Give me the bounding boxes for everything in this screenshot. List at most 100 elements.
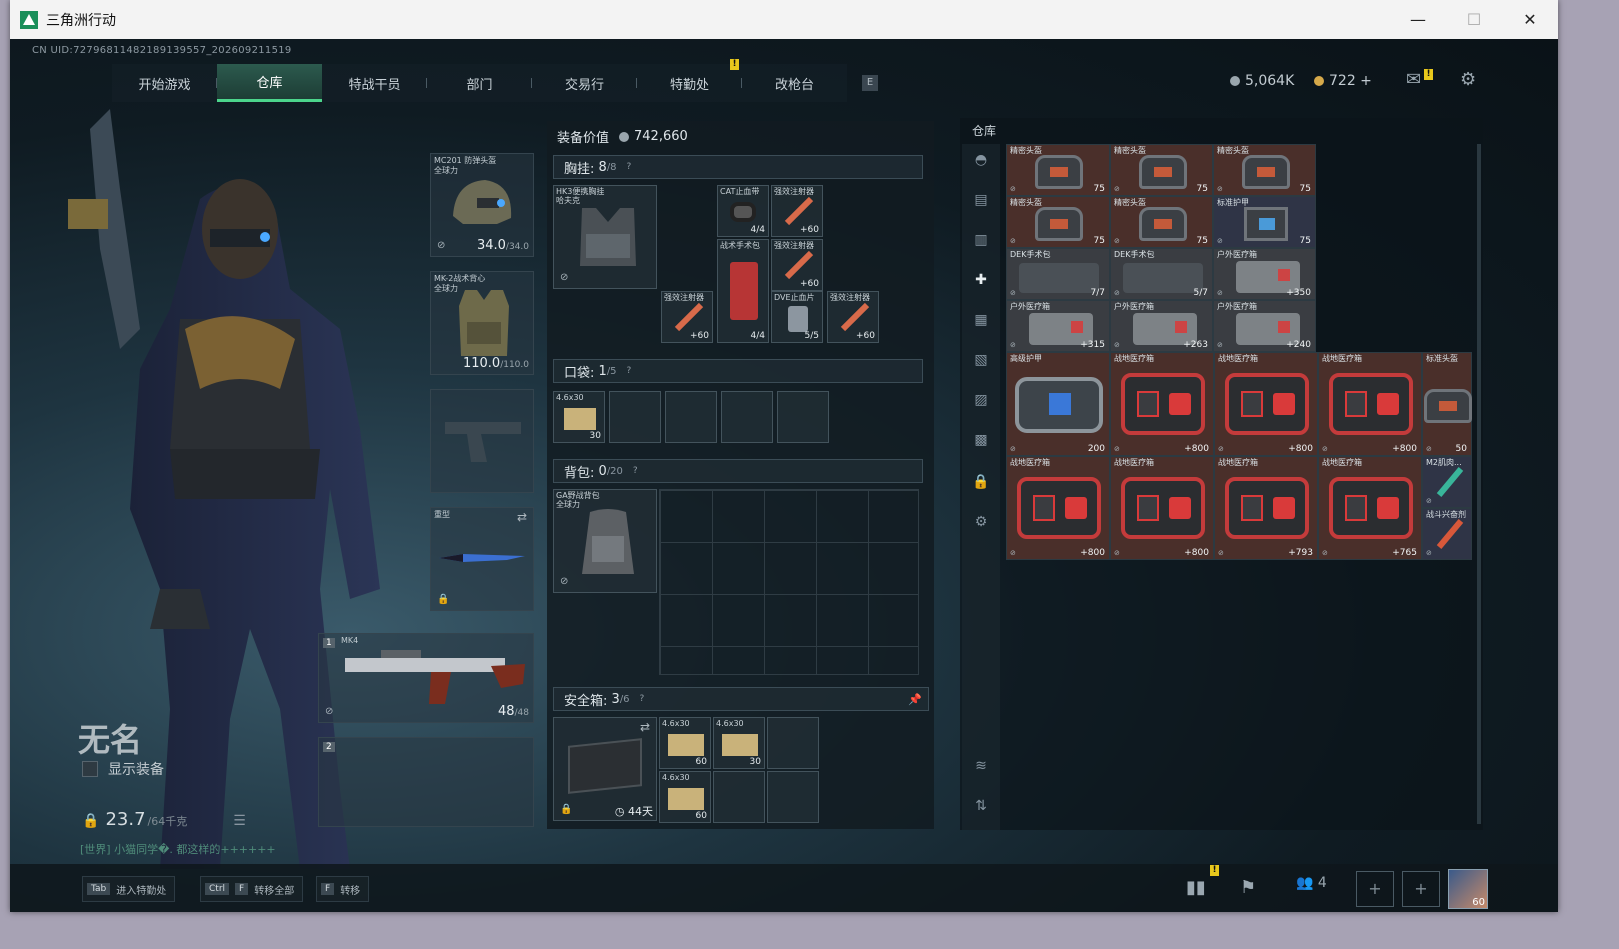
- sort-icon[interactable]: ⇅: [971, 798, 991, 816]
- safe-box-slot[interactable]: ⇄ 🔒 ◷ 44天: [553, 717, 657, 821]
- storage-item[interactable]: 战地医疗箱 ⊘ +793: [1214, 456, 1318, 560]
- safe-slot-empty[interactable]: [767, 717, 819, 769]
- storage-item[interactable]: 标准护甲 ⊘ 75: [1213, 196, 1316, 248]
- mail-badge: !: [1424, 69, 1433, 80]
- storage-item[interactable]: 战地医疗箱 ⊘ +800: [1318, 352, 1422, 456]
- ammo-category-icon[interactable]: ▦: [971, 312, 991, 330]
- stats-chart-icon[interactable]: ▮▮: [1186, 877, 1206, 898]
- chest-item[interactable]: 强效注射器 +60: [661, 291, 713, 343]
- weapon-category-icon[interactable]: ▧: [971, 352, 991, 370]
- storage-item[interactable]: M2肌肉... ⊘: [1422, 456, 1472, 508]
- chest-item[interactable]: DVE止血片 5/5: [771, 291, 823, 343]
- pocket-slot-empty[interactable]: [777, 391, 829, 443]
- storage-item[interactable]: 战斗兴奋剂 ⊘: [1422, 508, 1472, 560]
- close-button[interactable]: ✕: [1502, 0, 1558, 39]
- chest-item[interactable]: 战术手术包 4/4: [717, 239, 769, 343]
- safe-item[interactable]: 4.6x30 60: [659, 717, 711, 769]
- storage-item[interactable]: 高级护甲 ⊘ 200: [1006, 352, 1110, 456]
- help-icon[interactable]: ?: [633, 466, 638, 476]
- add-party-slot-button[interactable]: +: [1356, 871, 1394, 907]
- parts-category-icon[interactable]: ▨: [971, 392, 991, 410]
- settings-gear-icon[interactable]: ⚙: [1460, 69, 1476, 90]
- lock-icon: 🔒: [560, 804, 573, 815]
- pistol-slot[interactable]: [430, 389, 534, 493]
- backpack-grid[interactable]: [659, 489, 919, 675]
- chest-item[interactable]: CAT止血带 4/4: [717, 185, 769, 237]
- add-party-slot-button[interactable]: +: [1402, 871, 1440, 907]
- chest-item[interactable]: 强效注射器 +60: [771, 239, 823, 291]
- swap-icon[interactable]: ⇄: [517, 510, 527, 524]
- armor-category-icon[interactable]: ▤: [971, 192, 991, 210]
- help-icon[interactable]: ?: [627, 366, 632, 376]
- swap-icon[interactable]: ⇄: [640, 720, 650, 734]
- enter-special-ops-button[interactable]: Tab 进入特勤处: [82, 876, 176, 902]
- friends-icon[interactable]: 👥 4: [1296, 875, 1327, 891]
- settings-category-icon[interactable]: ⚙: [971, 514, 991, 532]
- safe-slot-empty[interactable]: [713, 771, 765, 823]
- show-equipment-toggle[interactable]: 显示装备: [82, 759, 164, 779]
- storage-item[interactable]: 户外医疗箱 ⊘ +350: [1213, 248, 1316, 300]
- storage-item[interactable]: 精密头盔 ⊘ 75: [1110, 144, 1213, 196]
- safe-item[interactable]: 4.6x30 60: [659, 771, 711, 823]
- pin-icon[interactable]: 📌: [908, 693, 922, 706]
- pocket-slot-empty[interactable]: [609, 391, 661, 443]
- misc-category-icon[interactable]: ▩: [971, 432, 991, 450]
- tab-gunsmith[interactable]: 改枪台: [742, 64, 847, 102]
- helmet-slot[interactable]: MC201 防弹头盔 全球力 ⊘ 34.0/34.0: [430, 153, 534, 257]
- pocket-item[interactable]: 4.6x30 30: [553, 391, 605, 443]
- minimize-button[interactable]: —: [1390, 0, 1446, 39]
- pocket-slot-empty[interactable]: [665, 391, 717, 443]
- storage-item[interactable]: 精密头盔 ⊘ 75: [1213, 144, 1316, 196]
- rig-category-icon[interactable]: ▥: [971, 232, 991, 250]
- help-icon[interactable]: ?: [627, 162, 632, 172]
- locked-category-icon[interactable]: 🔒: [971, 474, 991, 492]
- melee-slot[interactable]: 重型 ⇄ 🔒: [430, 507, 534, 611]
- storage-item[interactable]: 精密头盔 ⊘ 75: [1006, 196, 1110, 248]
- safe-item[interactable]: 4.6x30 30: [713, 717, 765, 769]
- primary-weapon-slot[interactable]: 1 MK4 ⊘ 48/48: [318, 633, 534, 723]
- storage-item[interactable]: 户外医疗箱 ⊘ +315: [1006, 300, 1110, 352]
- locked-icon: ⊘: [560, 576, 569, 587]
- storage-item[interactable]: DEK手术包 ⊘ 7/7: [1006, 248, 1110, 300]
- safe-slot-empty[interactable]: [767, 771, 819, 823]
- pocket-slot-empty[interactable]: [721, 391, 773, 443]
- hotkey-e[interactable]: E: [862, 75, 878, 91]
- armor-slot[interactable]: MK-2战术背心 全球力 110.0/110.0: [430, 271, 534, 375]
- backpack-slot[interactable]: GA野战背包 全球力 ⊘: [553, 489, 657, 593]
- chest-rig-slot[interactable]: HK3便携胸挂 哈夫克 ⊘: [553, 185, 657, 289]
- tab-trade[interactable]: 交易行: [532, 64, 637, 102]
- clock-icon: ◷: [614, 805, 625, 818]
- transfer-all-button[interactable]: Ctrl F 转移全部: [200, 876, 304, 902]
- maximize-button[interactable]: ☐: [1446, 0, 1502, 39]
- mail-icon[interactable]: ✉: [1406, 69, 1421, 90]
- storage-item[interactable]: 户外医疗箱 ⊘ +240: [1213, 300, 1316, 352]
- storage-item[interactable]: 户外医疗箱 ⊘ +263: [1110, 300, 1213, 352]
- transfer-button[interactable]: F 转移: [316, 876, 370, 902]
- storage-item[interactable]: 战地医疗箱 ⊘ +800: [1006, 456, 1110, 560]
- checkbox-icon: [82, 761, 98, 777]
- layers-icon[interactable]: ≋: [971, 758, 991, 776]
- storage-item[interactable]: DEK手术包 ⊘ 5/7: [1110, 248, 1213, 300]
- flag-icon[interactable]: ⚑: [1240, 877, 1256, 898]
- storage-item[interactable]: 战地医疗箱 ⊘ +800: [1110, 456, 1214, 560]
- storage-item[interactable]: 标准头盔 ⊘ 50: [1422, 352, 1472, 456]
- storage-item[interactable]: 战地医疗箱 ⊘ +765: [1318, 456, 1422, 560]
- helmet-category-icon[interactable]: ◓: [971, 152, 991, 170]
- chest-item[interactable]: 强效注射器 +60: [771, 185, 823, 237]
- storage-item[interactable]: 精密头盔 ⊘ 75: [1110, 196, 1213, 248]
- vest-icon: [459, 290, 509, 356]
- medical-category-icon[interactable]: ✚: [971, 272, 991, 290]
- storage-item[interactable]: 战地医疗箱 ⊘ +800: [1110, 352, 1214, 456]
- storage-item[interactable]: 精密头盔 ⊘ 75: [1006, 144, 1110, 196]
- secondary-weapon-slot[interactable]: 2: [318, 737, 534, 827]
- tab-department[interactable]: 部门: [427, 64, 532, 102]
- player-avatar[interactable]: 60: [1448, 869, 1488, 909]
- tab-special-ops[interactable]: 特勤处: [637, 64, 742, 102]
- list-icon[interactable]: ☰: [233, 813, 246, 829]
- med-box-icon: [1225, 373, 1309, 435]
- chest-item[interactable]: 强效注射器 +60: [827, 291, 879, 343]
- help-icon[interactable]: ?: [640, 694, 645, 704]
- token-balance[interactable]: 722 +: [1314, 73, 1372, 89]
- storage-item[interactable]: 战地医疗箱 ⊘ +800: [1214, 352, 1318, 456]
- storage-scrollbar[interactable]: [1477, 144, 1481, 824]
